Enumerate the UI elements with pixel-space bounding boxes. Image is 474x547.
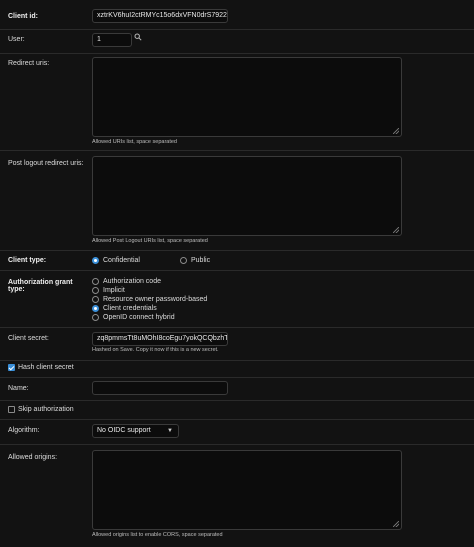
user-row: User: 1 (0, 29, 474, 54)
name-label: Name: (8, 385, 29, 392)
radio-openid-hybrid[interactable] (92, 314, 99, 321)
chevron-down-icon: ▼ (167, 428, 173, 434)
radio-openid-hybrid-label[interactable]: OpenID connect hybrid (103, 313, 175, 322)
algorithm-label: Algorithm: (8, 427, 40, 434)
client-secret-row: Client secret: zq8pmmsTt8uMOhI8coEgu7yok… (0, 327, 474, 361)
hash-client-secret-row: Hash client secret (0, 360, 474, 378)
radio-resource-owner-label[interactable]: Resource owner password-based (103, 295, 207, 304)
radio-resource-owner[interactable] (92, 296, 99, 303)
radio-client-credentials-label[interactable]: Client credentials (103, 304, 157, 313)
post-logout-textarea[interactable] (92, 156, 402, 236)
radio-public[interactable] (180, 257, 187, 264)
radio-public-label[interactable]: Public (191, 256, 210, 265)
resize-handle-icon[interactable] (393, 128, 399, 134)
algorithm-row: Algorithm: (0, 419, 474, 445)
client-secret-help: Hashed on Save. Copy it now if this is a… (92, 347, 219, 353)
grant-type-row: Authorization grant type: Authorization … (0, 270, 474, 328)
algorithm-select-value: No OIDC support (97, 427, 151, 434)
allowed-origins-label: Allowed origins: (8, 454, 58, 461)
client-id-label: Client id: (8, 13, 38, 20)
radio-implicit-label[interactable]: Implicit (103, 286, 125, 295)
skip-authorization-checkbox[interactable] (8, 406, 15, 413)
post-logout-help: Allowed Post Logout URIs list, space sep… (92, 238, 208, 244)
algorithm-select[interactable]: No OIDC support ▼ (92, 424, 179, 438)
allowed-origins-help: Allowed origins list to enable CORS, spa… (92, 532, 223, 538)
resize-handle-icon[interactable] (393, 521, 399, 527)
client-id-row: Client id: xztrKV6huI2ctRMYc15o6dxVFN0dr… (0, 0, 474, 30)
hash-client-secret-checkbox[interactable] (8, 364, 15, 371)
post-logout-row: Post logout redirect uris: Allowed Post … (0, 150, 474, 251)
resize-handle-icon[interactable] (393, 227, 399, 233)
user-input[interactable]: 1 (92, 33, 132, 47)
grant-type-label-line2: type: (8, 286, 25, 293)
radio-confidential[interactable] (92, 257, 99, 264)
search-icon[interactable] (134, 33, 142, 41)
radio-client-credentials[interactable] (92, 305, 99, 312)
allowed-origins-textarea[interactable] (92, 450, 402, 530)
user-label: User: (8, 36, 25, 43)
name-input[interactable] (92, 381, 228, 395)
client-id-input[interactable]: xztrKV6huI2ctRMYc15o6dxVFN0drS792236 (92, 9, 228, 23)
redirect-uris-help: Allowed URIs list, space separated (92, 139, 177, 145)
client-type-row: Client type: Confidential Public (0, 250, 474, 271)
client-type-label: Client type: (8, 257, 47, 264)
redirect-uris-row: Redirect uris: Allowed URIs list, space … (0, 53, 474, 151)
radio-authorization-code-label[interactable]: Authorization code (103, 277, 161, 286)
radio-confidential-label[interactable]: Confidential (103, 256, 140, 265)
skip-authorization-row: Skip authorization (0, 400, 474, 420)
post-logout-label: Post logout redirect uris: (8, 160, 84, 167)
redirect-uris-textarea[interactable] (92, 57, 402, 137)
hash-client-secret-label[interactable]: Hash client secret (18, 363, 74, 372)
skip-authorization-label[interactable]: Skip authorization (18, 405, 74, 414)
allowed-origins-row: Allowed origins: Allowed origins list to… (0, 444, 474, 547)
redirect-uris-label: Redirect uris: (8, 60, 50, 67)
client-secret-label: Client secret: (8, 335, 49, 342)
name-row: Name: (0, 377, 474, 401)
radio-authorization-code[interactable] (92, 278, 99, 285)
client-secret-input[interactable]: zq8pmmsTt8uMOhI8coEgu7yokQCQbzhTNh (92, 332, 228, 346)
radio-implicit[interactable] (92, 287, 99, 294)
